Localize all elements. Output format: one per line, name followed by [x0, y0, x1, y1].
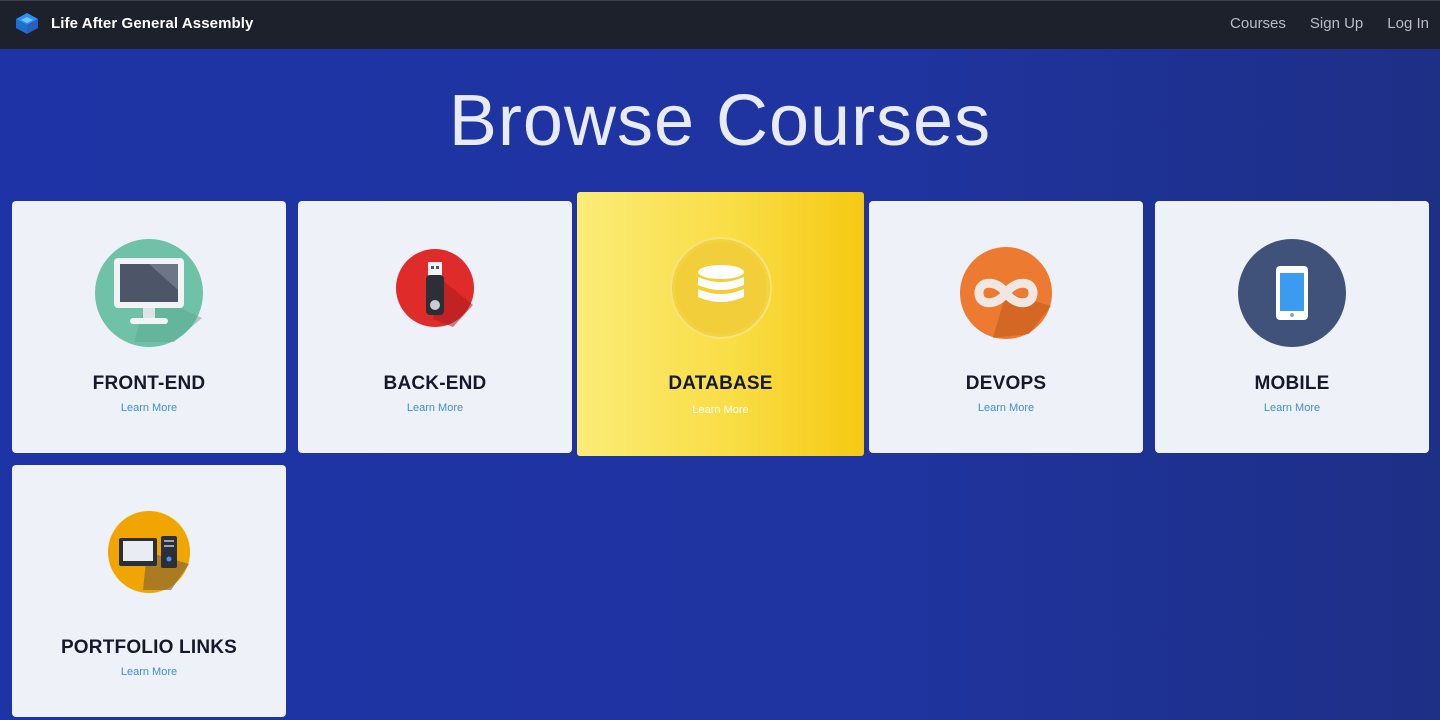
smartphone-icon	[1238, 239, 1346, 347]
monitor-icon	[95, 239, 203, 347]
stack-logo-icon	[16, 13, 38, 34]
course-title: DEVOPS	[965, 373, 1047, 394]
course-title: MOBILE	[1254, 373, 1330, 394]
learn-more-link[interactable]: Learn More	[12, 666, 286, 678]
nav-links: Courses Sign Up Log In	[1206, 15, 1429, 32]
course-card-back-end[interactable]: BACK-END Learn More	[298, 201, 572, 453]
course-title: DATABASE	[668, 373, 773, 394]
desktop-computer-icon	[108, 511, 190, 593]
nav-link-courses[interactable]: Courses	[1230, 15, 1286, 32]
brand-name: Life After General Assembly	[51, 14, 254, 32]
learn-more-link[interactable]: Learn More	[869, 402, 1143, 414]
course-title: BACK-END	[383, 373, 487, 394]
top-navbar: Life After General Assembly Courses Sign…	[0, 0, 1440, 49]
course-card-mobile[interactable]: MOBILE Learn More	[1155, 201, 1429, 453]
usb-drive-icon	[396, 249, 474, 327]
course-title: PORTFOLIO LINKS	[60, 637, 238, 658]
course-card-database[interactable]: DATABASE Learn More	[577, 192, 864, 456]
learn-more-link[interactable]: Learn More	[1155, 402, 1429, 414]
course-card-front-end[interactable]: FRONT-END Learn More	[12, 201, 286, 453]
learn-more-link[interactable]: Learn More	[12, 402, 286, 414]
course-card-portfolio-links[interactable]: PORTFOLIO LINKS Learn More	[12, 465, 286, 717]
learn-more-link[interactable]: Learn More	[298, 402, 572, 414]
nav-link-sign-up[interactable]: Sign Up	[1310, 15, 1363, 32]
course-title: FRONT-END	[92, 373, 206, 394]
course-card-devops[interactable]: DEVOPS Learn More	[869, 201, 1143, 453]
page-title: Browse Courses	[448, 81, 992, 161]
infinity-icon	[960, 247, 1052, 339]
nav-link-log-in[interactable]: Log In	[1387, 15, 1429, 32]
database-icon	[669, 237, 772, 339]
brand[interactable]: Life After General Assembly	[14, 10, 254, 36]
learn-more-link[interactable]: Learn More	[577, 404, 864, 416]
